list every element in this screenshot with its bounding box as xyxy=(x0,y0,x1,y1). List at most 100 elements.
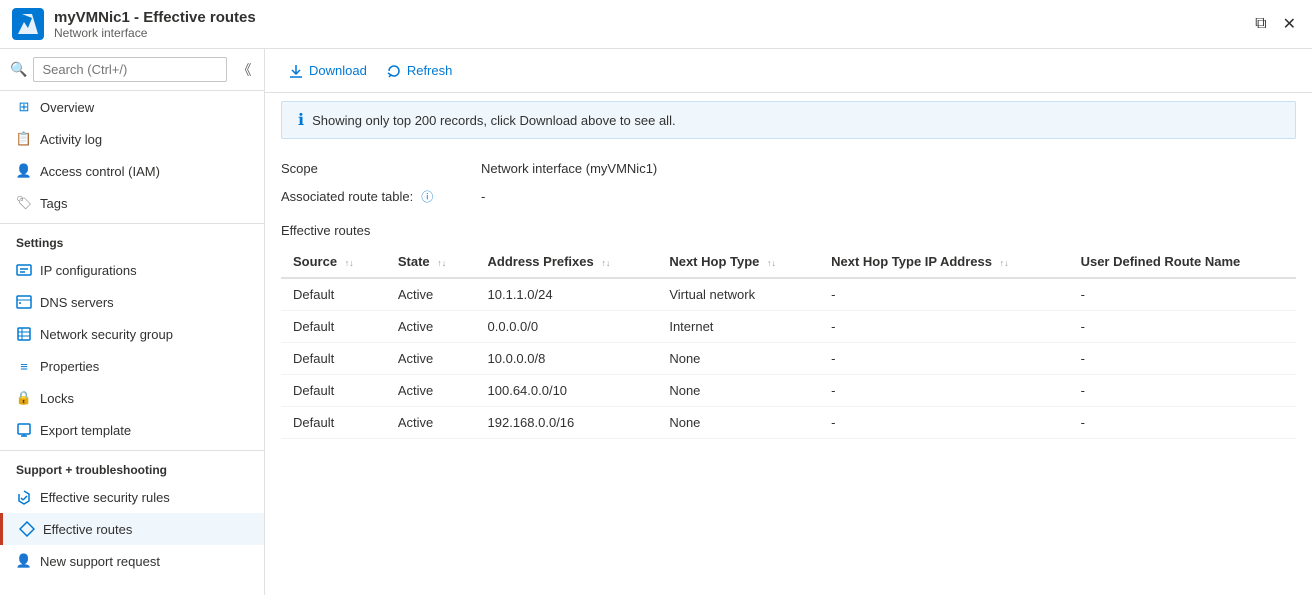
cell-next-hop-type-3: None xyxy=(657,375,819,407)
routes-table: Source ↑↓ State ↑↓ Address Prefixes ↑↓ xyxy=(281,246,1296,439)
sidebar-item-effective-routes[interactable]: Effective routes xyxy=(0,513,264,545)
info-bar: ℹ Showing only top 200 records, click Do… xyxy=(281,101,1296,139)
sec-icon xyxy=(16,489,32,505)
table-header-row: Source ↑↓ State ↑↓ Address Prefixes ↑↓ xyxy=(281,246,1296,278)
sidebar-item-export[interactable]: Export template xyxy=(0,414,264,446)
collapse-button[interactable]: 《 xyxy=(233,58,255,82)
content-area: Download Refresh ℹ Showing only top 200 … xyxy=(265,49,1312,595)
sidebar-label-overview: Overview xyxy=(40,100,94,115)
cell-next-hop-type-2: None xyxy=(657,343,819,375)
sidebar-item-overview[interactable]: ⊞ Overview xyxy=(0,91,264,123)
sort-icon-source: ↑↓ xyxy=(345,258,354,268)
sidebar-section-settings: Settings xyxy=(0,223,264,254)
cell-address-2: 10.0.0.0/8 xyxy=(476,343,658,375)
sidebar-item-ip-config[interactable]: IP configurations xyxy=(0,254,264,286)
info-message: Showing only top 200 records, click Down… xyxy=(312,113,676,128)
cell-next-hop-ip-4: - xyxy=(819,407,1068,439)
dns-icon xyxy=(16,294,32,310)
sidebar-item-iam[interactable]: 👤 Access control (IAM) xyxy=(0,155,264,187)
sidebar-label-nsg: Network security group xyxy=(40,327,173,342)
search-input[interactable] xyxy=(33,57,227,82)
download-label: Download xyxy=(309,63,367,78)
maximize-button[interactable]: ⧉ xyxy=(1251,10,1270,38)
title-bar-actions: ⧉ ✕ xyxy=(1251,10,1300,38)
sidebar-item-tags[interactable]: 🏷 Tags xyxy=(0,187,264,219)
table-row: Default Active 100.64.0.0/10 None - - xyxy=(281,375,1296,407)
sidebar-label-activity-log: Activity log xyxy=(40,132,102,147)
search-bar: 🔍 《 xyxy=(0,49,264,91)
lock-icon: 🔒 xyxy=(16,390,32,406)
col-source[interactable]: Source ↑↓ xyxy=(281,246,386,278)
azure-logo xyxy=(12,8,44,40)
cell-user-defined-0: - xyxy=(1069,278,1296,311)
sidebar-label-new-support: New support request xyxy=(40,554,160,569)
download-button[interactable]: Download xyxy=(281,59,375,82)
sidebar-item-effective-security[interactable]: Effective security rules xyxy=(0,481,264,513)
refresh-button[interactable]: Refresh xyxy=(379,59,461,82)
col-user-defined[interactable]: User Defined Route Name xyxy=(1069,246,1296,278)
col-address-prefixes[interactable]: Address Prefixes ↑↓ xyxy=(476,246,658,278)
routes-title: Effective routes xyxy=(281,223,1296,238)
col-next-hop-ip[interactable]: Next Hop Type IP Address ↑↓ xyxy=(819,246,1068,278)
sidebar-label-properties: Properties xyxy=(40,359,99,374)
sidebar-label-locks: Locks xyxy=(40,391,74,406)
page-subtitle: Network interface xyxy=(54,26,256,40)
scope-value: Network interface (myVMNic1) xyxy=(481,161,657,176)
cell-user-defined-2: - xyxy=(1069,343,1296,375)
list-icon: 📋 xyxy=(16,131,32,147)
sidebar-item-locks[interactable]: 🔒 Locks xyxy=(0,382,264,414)
scope-label: Scope xyxy=(281,161,481,176)
scope-section: Scope Network interface (myVMNic1) Assoc… xyxy=(265,147,1312,219)
cell-state-0: Active xyxy=(386,278,476,311)
cell-next-hop-ip-2: - xyxy=(819,343,1068,375)
sidebar-item-dns[interactable]: DNS servers xyxy=(0,286,264,318)
refresh-label: Refresh xyxy=(407,63,453,78)
col-next-hop-type[interactable]: Next Hop Type ↑↓ xyxy=(657,246,819,278)
table-row: Default Active 0.0.0.0/0 Internet - - xyxy=(281,311,1296,343)
page-title: myVMNic1 - Effective routes xyxy=(54,9,256,26)
cell-address-0: 10.1.1.0/24 xyxy=(476,278,658,311)
cell-address-1: 0.0.0.0/0 xyxy=(476,311,658,343)
main-layout: 🔍 《 ⊞ Overview 📋 Activity log 👤 Access c… xyxy=(0,49,1312,595)
props-icon: ≡ xyxy=(16,358,32,374)
grid-icon: ⊞ xyxy=(16,99,32,115)
sidebar-item-new-support[interactable]: 👤 New support request xyxy=(0,545,264,577)
cell-state-1: Active xyxy=(386,311,476,343)
assoc-route-row: Associated route table: ⓘ - xyxy=(281,182,1296,211)
sidebar-item-nsg[interactable]: Network security group xyxy=(0,318,264,350)
routes-icon xyxy=(19,521,35,537)
sidebar-item-properties[interactable]: ≡ Properties xyxy=(0,350,264,382)
sidebar-label-effective-security: Effective security rules xyxy=(40,490,170,505)
sidebar-label-dns: DNS servers xyxy=(40,295,114,310)
assoc-label: Associated route table: ⓘ xyxy=(281,188,481,205)
cell-next-hop-type-0: Virtual network xyxy=(657,278,819,311)
close-button[interactable]: ✕ xyxy=(1279,10,1300,38)
download-icon xyxy=(289,64,303,78)
sidebar-label-tags: Tags xyxy=(40,196,67,211)
cell-next-hop-type-1: Internet xyxy=(657,311,819,343)
sort-icon-next-hop-ip: ↑↓ xyxy=(1000,258,1009,268)
table-row: Default Active 10.0.0.0/8 None - - xyxy=(281,343,1296,375)
sidebar-label-export: Export template xyxy=(40,423,131,438)
cell-next-hop-type-4: None xyxy=(657,407,819,439)
refresh-icon xyxy=(387,64,401,78)
assoc-value: - xyxy=(481,189,485,204)
cell-source-2: Default xyxy=(281,343,386,375)
col-state[interactable]: State ↑↓ xyxy=(386,246,476,278)
support-icon: 👤 xyxy=(16,553,32,569)
sidebar-label-effective-routes: Effective routes xyxy=(43,522,132,537)
sort-icon-state: ↑↓ xyxy=(437,258,446,268)
cell-address-4: 192.168.0.0/16 xyxy=(476,407,658,439)
cell-user-defined-4: - xyxy=(1069,407,1296,439)
cell-source-4: Default xyxy=(281,407,386,439)
cell-source-0: Default xyxy=(281,278,386,311)
cell-source-3: Default xyxy=(281,375,386,407)
sidebar-label-ip-config: IP configurations xyxy=(40,263,137,278)
ip-icon xyxy=(16,262,32,278)
sidebar-item-activity-log[interactable]: 📋 Activity log xyxy=(0,123,264,155)
title-bar: myVMNic1 - Effective routes Network inte… xyxy=(0,0,1312,49)
sort-icon-address: ↑↓ xyxy=(601,258,610,268)
cell-user-defined-1: - xyxy=(1069,311,1296,343)
toolbar: Download Refresh xyxy=(265,49,1312,93)
cell-state-4: Active xyxy=(386,407,476,439)
